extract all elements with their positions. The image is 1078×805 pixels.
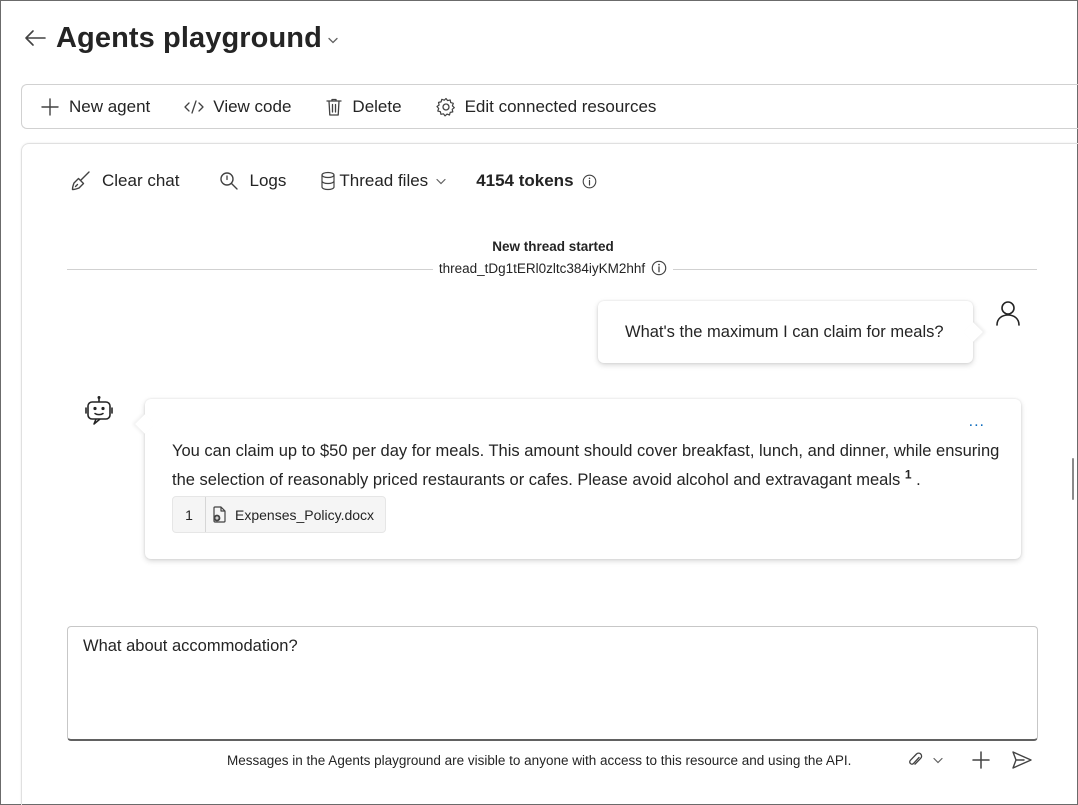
message-input-value: What about accommodation?: [83, 637, 298, 655]
citation-number: 1: [173, 497, 206, 532]
thread-files-dropdown[interactable]: Thread files: [320, 171, 446, 191]
page-title: Agents playground: [56, 21, 322, 54]
assistant-text: You can claim up to $50 per day for meal…: [172, 442, 1000, 489]
new-agent-label: New agent: [69, 96, 151, 116]
delete-button[interactable]: Delete: [325, 91, 402, 123]
plus-icon: [41, 97, 59, 116]
document-icon: [212, 506, 227, 523]
info-icon[interactable]: [582, 174, 597, 189]
scrollbar-thumb[interactable]: [1072, 458, 1074, 500]
edit-connected-resources-label: Edit connected resources: [464, 96, 657, 116]
assistant-message: ... You can claim up to $50 per day for …: [145, 399, 1021, 559]
send-icon: [1012, 751, 1032, 769]
plus-icon: [972, 751, 990, 769]
thread-files-label: Thread files: [339, 171, 429, 190]
gear-icon: [435, 97, 455, 116]
assistant-message-text: You can claim up to $50 per day for meal…: [172, 437, 1002, 495]
agent-toolbar: New agent View code Delete Edit connecte…: [21, 84, 1078, 129]
code-icon: [184, 99, 204, 114]
message-input[interactable]: What about accommodation?: [67, 626, 1038, 741]
chevron-down-icon: [933, 757, 943, 763]
clear-chat-label: Clear chat: [102, 171, 180, 190]
assistant-trailing: .: [916, 471, 921, 489]
thread-id: thread_tDg1tERl0zltc384iyKM2hhf: [438, 260, 646, 276]
database-icon: [321, 171, 335, 191]
thread-id-row: thread_tDg1tERl0zltc384iyKM2hhf: [432, 260, 674, 276]
logs-button[interactable]: Logs: [219, 171, 286, 191]
chevron-down-icon[interactable]: [328, 37, 338, 44]
info-icon[interactable]: [651, 260, 667, 276]
delete-label: Delete: [352, 96, 402, 116]
search-icon: [220, 172, 239, 190]
tokens-label: 4154 tokens: [476, 171, 574, 190]
user-message-text: What's the maximum I can claim for meals…: [625, 322, 944, 341]
citation-file-name: Expenses_Policy.docx: [235, 506, 375, 523]
composer-footer: Messages in the Agents playground are vi…: [227, 742, 851, 778]
token-count: 4154 tokens: [476, 171, 596, 191]
trash-icon: [326, 98, 343, 116]
bot-icon: [85, 395, 113, 432]
add-button[interactable]: [971, 750, 991, 770]
chevron-down-icon: [436, 178, 446, 184]
composer-actions: [907, 746, 1033, 774]
view-code-button[interactable]: View code: [184, 91, 291, 123]
visibility-notice: Messages in the Agents playground are vi…: [227, 752, 852, 768]
user-message: What's the maximum I can claim for meals…: [598, 301, 973, 363]
attach-button[interactable]: [907, 751, 943, 769]
send-button[interactable]: [1011, 750, 1033, 770]
logs-label: Logs: [249, 171, 287, 190]
citation-marker[interactable]: 1: [905, 468, 912, 482]
page-header: Agents playground: [22, 18, 338, 58]
person-icon: [994, 299, 1022, 332]
thread-header: New thread started thread_tDg1tERl0zltc3…: [22, 239, 1078, 278]
citation-chip[interactable]: 1 Expenses_Policy.docx: [172, 496, 387, 533]
view-code-label: View code: [213, 96, 292, 116]
clear-chat-button[interactable]: Clear chat: [70, 170, 179, 192]
thread-status: New thread started: [492, 239, 614, 254]
more-options-button[interactable]: ...: [969, 413, 985, 431]
arrow-left-icon[interactable]: [22, 25, 48, 51]
paperclip-icon: [909, 752, 923, 765]
chat-panel: Clear chat Logs Thread files 4154 tokens…: [21, 143, 1078, 805]
chat-toolbar: Clear chat Logs Thread files 4154 tokens: [70, 166, 597, 196]
new-agent-button[interactable]: New agent: [40, 91, 150, 123]
edit-connected-resources-button[interactable]: Edit connected resources: [435, 91, 657, 123]
broom-icon: [71, 171, 90, 191]
